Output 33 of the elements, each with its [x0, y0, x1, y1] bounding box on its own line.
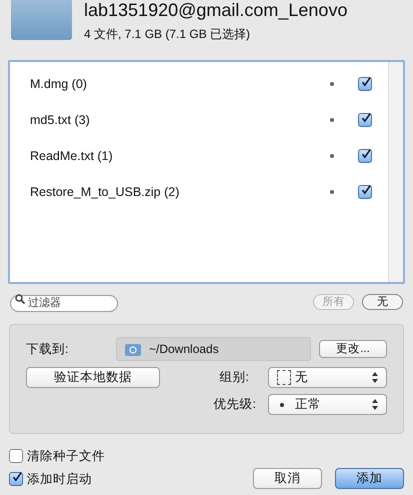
- checkbox[interactable]: [358, 185, 372, 199]
- dialog-button[interactable]: 取消: [253, 468, 322, 488]
- verify-button[interactable]: 验证本地数据: [26, 367, 160, 388]
- filter-field[interactable]: 过滤器: [10, 294, 118, 312]
- group-popup[interactable]: 无: [268, 367, 387, 388]
- file-name: Restore_M_to_USB.zip (2): [30, 184, 180, 201]
- select-button[interactable]: 无: [362, 294, 403, 310]
- bullet-icon: [280, 402, 284, 406]
- file-name: M.dmg (0): [30, 76, 87, 93]
- file-name: ReadMe.txt (1): [30, 148, 113, 165]
- empty-group-icon: [277, 370, 291, 385]
- change-button[interactable]: 更改...: [319, 340, 387, 358]
- priority-label: 优先级:: [214, 396, 256, 414]
- checkbox[interactable]: [358, 113, 372, 127]
- group-label: 组别:: [220, 369, 249, 386]
- download-label: 下载到:: [26, 340, 70, 358]
- checkbox[interactable]: [358, 77, 372, 91]
- checkbox[interactable]: [9, 449, 23, 464]
- option-label: 清除种子文件: [27, 448, 105, 465]
- dialog-button[interactable]: 添加: [335, 468, 404, 488]
- torrent-title: lab1351920@gmail.com_Lenovo: [84, 0, 348, 21]
- path-field: ~/Downloads: [116, 337, 311, 361]
- stepper-icon: [372, 399, 378, 410]
- folder-icon: [125, 342, 141, 356]
- stepper-icon: [372, 372, 378, 383]
- file-summary: 4 文件, 7.1 GB (7.1 GB 已选择): [84, 26, 252, 43]
- checkbox[interactable]: [9, 472, 23, 486]
- file-name: md5.txt (3): [30, 112, 90, 129]
- checkbox[interactable]: [358, 149, 372, 163]
- priority-popup[interactable]: 正常: [268, 394, 387, 415]
- option-label: 添加时启动: [27, 470, 92, 488]
- folder-icon: [11, 0, 72, 40]
- search-icon: [15, 294, 25, 304]
